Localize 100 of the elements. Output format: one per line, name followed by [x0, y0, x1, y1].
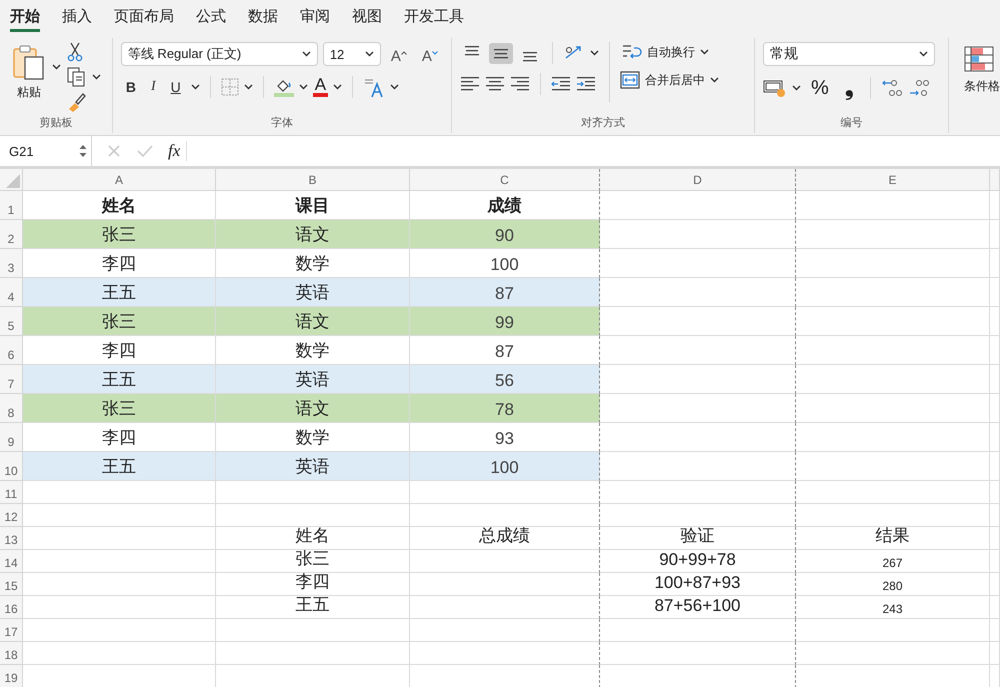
row-header[interactable]: 12: [0, 504, 23, 527]
paste-button[interactable]: 粘贴: [8, 42, 50, 103]
column-header[interactable]: A: [23, 169, 216, 191]
increase-font-button[interactable]: A: [386, 44, 412, 64]
empty-cell: [990, 220, 1000, 249]
chevron-down-icon[interactable]: [390, 84, 400, 90]
chevron-down-icon[interactable]: [244, 84, 253, 90]
name-box[interactable]: G21: [0, 136, 92, 166]
column-header[interactable]: E: [796, 169, 990, 191]
chevron-down-icon[interactable]: [364, 51, 374, 57]
ribbon-tab[interactable]: 公式: [196, 0, 237, 32]
chevron-down-icon[interactable]: [590, 50, 600, 56]
bold-button[interactable]: B: [120, 79, 141, 95]
font-color-button[interactable]: A: [312, 77, 328, 97]
row-header[interactable]: 17: [0, 619, 23, 642]
empty-cell: [990, 573, 1000, 596]
table-cell: 语文: [216, 307, 410, 336]
ribbon-tab[interactable]: 插入: [62, 0, 103, 32]
row-header[interactable]: 19: [0, 665, 23, 687]
comma-button[interactable]: ❟: [838, 75, 860, 101]
table-cell: 王五: [23, 365, 216, 394]
table-cell: 李四: [216, 573, 410, 596]
font-name-dropdown[interactable]: 等线 Regular (正文): [120, 42, 318, 66]
row-header[interactable]: 11: [0, 481, 23, 504]
empty-cell: [990, 365, 1000, 394]
empty-cell: [990, 423, 1000, 452]
row-header[interactable]: 10: [0, 452, 23, 481]
ribbon-tab[interactable]: 页面布局: [114, 0, 185, 32]
column-header[interactable]: B: [216, 169, 410, 191]
row-header[interactable]: 16: [0, 596, 23, 619]
row-header[interactable]: 2: [0, 220, 23, 249]
row-header[interactable]: 18: [0, 642, 23, 665]
currency-icon[interactable]: [763, 78, 788, 98]
merge-center-icon[interactable]: [620, 71, 640, 89]
percent-button[interactable]: %: [806, 76, 834, 100]
align-left-icon[interactable]: [460, 75, 480, 93]
row-header[interactable]: 4: [0, 278, 23, 307]
ribbon-tab[interactable]: 数据: [248, 0, 289, 32]
merge-center-button[interactable]: 合并后居中: [645, 72, 706, 88]
ribbon-tab[interactable]: 视图: [352, 0, 393, 32]
decrease-font-button[interactable]: A: [416, 44, 443, 64]
insert-function-button[interactable]: fx: [168, 141, 188, 161]
scissors-icon[interactable]: [67, 42, 83, 62]
row-header[interactable]: 6: [0, 336, 23, 365]
row-header[interactable]: 5: [0, 307, 23, 336]
caret-up-icon: [400, 50, 407, 54]
chevron-down-icon[interactable]: [792, 85, 802, 91]
row-header[interactable]: 15: [0, 573, 23, 596]
row-header[interactable]: 1: [0, 191, 23, 220]
empty-cell: [990, 642, 1000, 665]
row-header[interactable]: 14: [0, 550, 23, 573]
conditional-format-button[interactable]: 条件格: [964, 78, 1000, 95]
group-label: 字体: [270, 116, 294, 131]
align-center-icon[interactable]: [485, 75, 506, 93]
ribbon-tab[interactable]: 审阅: [300, 0, 341, 32]
row-header[interactable]: 8: [0, 394, 23, 423]
chevron-down-icon[interactable]: [710, 77, 720, 83]
chevron-down-icon[interactable]: [190, 84, 200, 90]
number-format-dropdown[interactable]: 常规: [763, 42, 936, 66]
underline-button[interactable]: U: [166, 79, 186, 95]
chevron-down-icon[interactable]: [302, 51, 311, 57]
row-header[interactable]: 13: [0, 527, 23, 550]
stepper-icon[interactable]: [79, 144, 87, 158]
table-cell: 张三: [216, 550, 410, 573]
empty-cell: [990, 278, 1000, 307]
conditional-format-icon[interactable]: [964, 46, 994, 72]
row-header[interactable]: 9: [0, 423, 23, 452]
ribbon-tab[interactable]: 开发工具: [404, 0, 475, 32]
font-size-dropdown[interactable]: 12: [322, 42, 381, 66]
group-label: 剪贴板: [38, 116, 74, 131]
increase-decimal-icon[interactable]: [880, 77, 903, 99]
chevron-down-icon[interactable]: [700, 49, 710, 55]
table-cell: 87+56+100: [600, 596, 796, 619]
decrease-decimal-icon[interactable]: [908, 77, 930, 99]
table-cell: 张三: [23, 307, 216, 336]
increase-indent-icon[interactable]: [576, 75, 596, 93]
chevron-down-icon[interactable]: [298, 84, 308, 90]
chevron-down-icon[interactable]: [92, 74, 101, 80]
table-cell: 87: [410, 336, 600, 365]
chevron-down-icon[interactable]: [52, 64, 61, 70]
row-header[interactable]: 7: [0, 365, 23, 394]
chevron-down-icon[interactable]: [919, 51, 928, 57]
check-icon[interactable]: [136, 143, 154, 159]
decrease-indent-icon[interactable]: [551, 75, 572, 93]
table-cell: 99: [410, 307, 600, 336]
chevron-down-icon[interactable]: [333, 84, 342, 90]
table-cell: 英语: [216, 365, 410, 394]
row-header[interactable]: 3: [0, 249, 23, 278]
wrap-text-button[interactable]: 自动换行: [647, 44, 696, 60]
italic-button[interactable]: I: [146, 79, 161, 95]
column-header[interactable]: D: [600, 169, 796, 191]
clipboard-icon: [12, 44, 46, 80]
table-cell: 语文: [216, 394, 410, 423]
column-header[interactable]: C: [410, 169, 600, 191]
table-cell: 280: [796, 573, 990, 596]
table-cell: 243: [796, 596, 990, 619]
copy-icon[interactable]: [67, 67, 87, 87]
align-button[interactable]: [489, 42, 514, 64]
brush-icon[interactable]: [67, 92, 87, 112]
align-right-icon[interactable]: [510, 75, 530, 93]
